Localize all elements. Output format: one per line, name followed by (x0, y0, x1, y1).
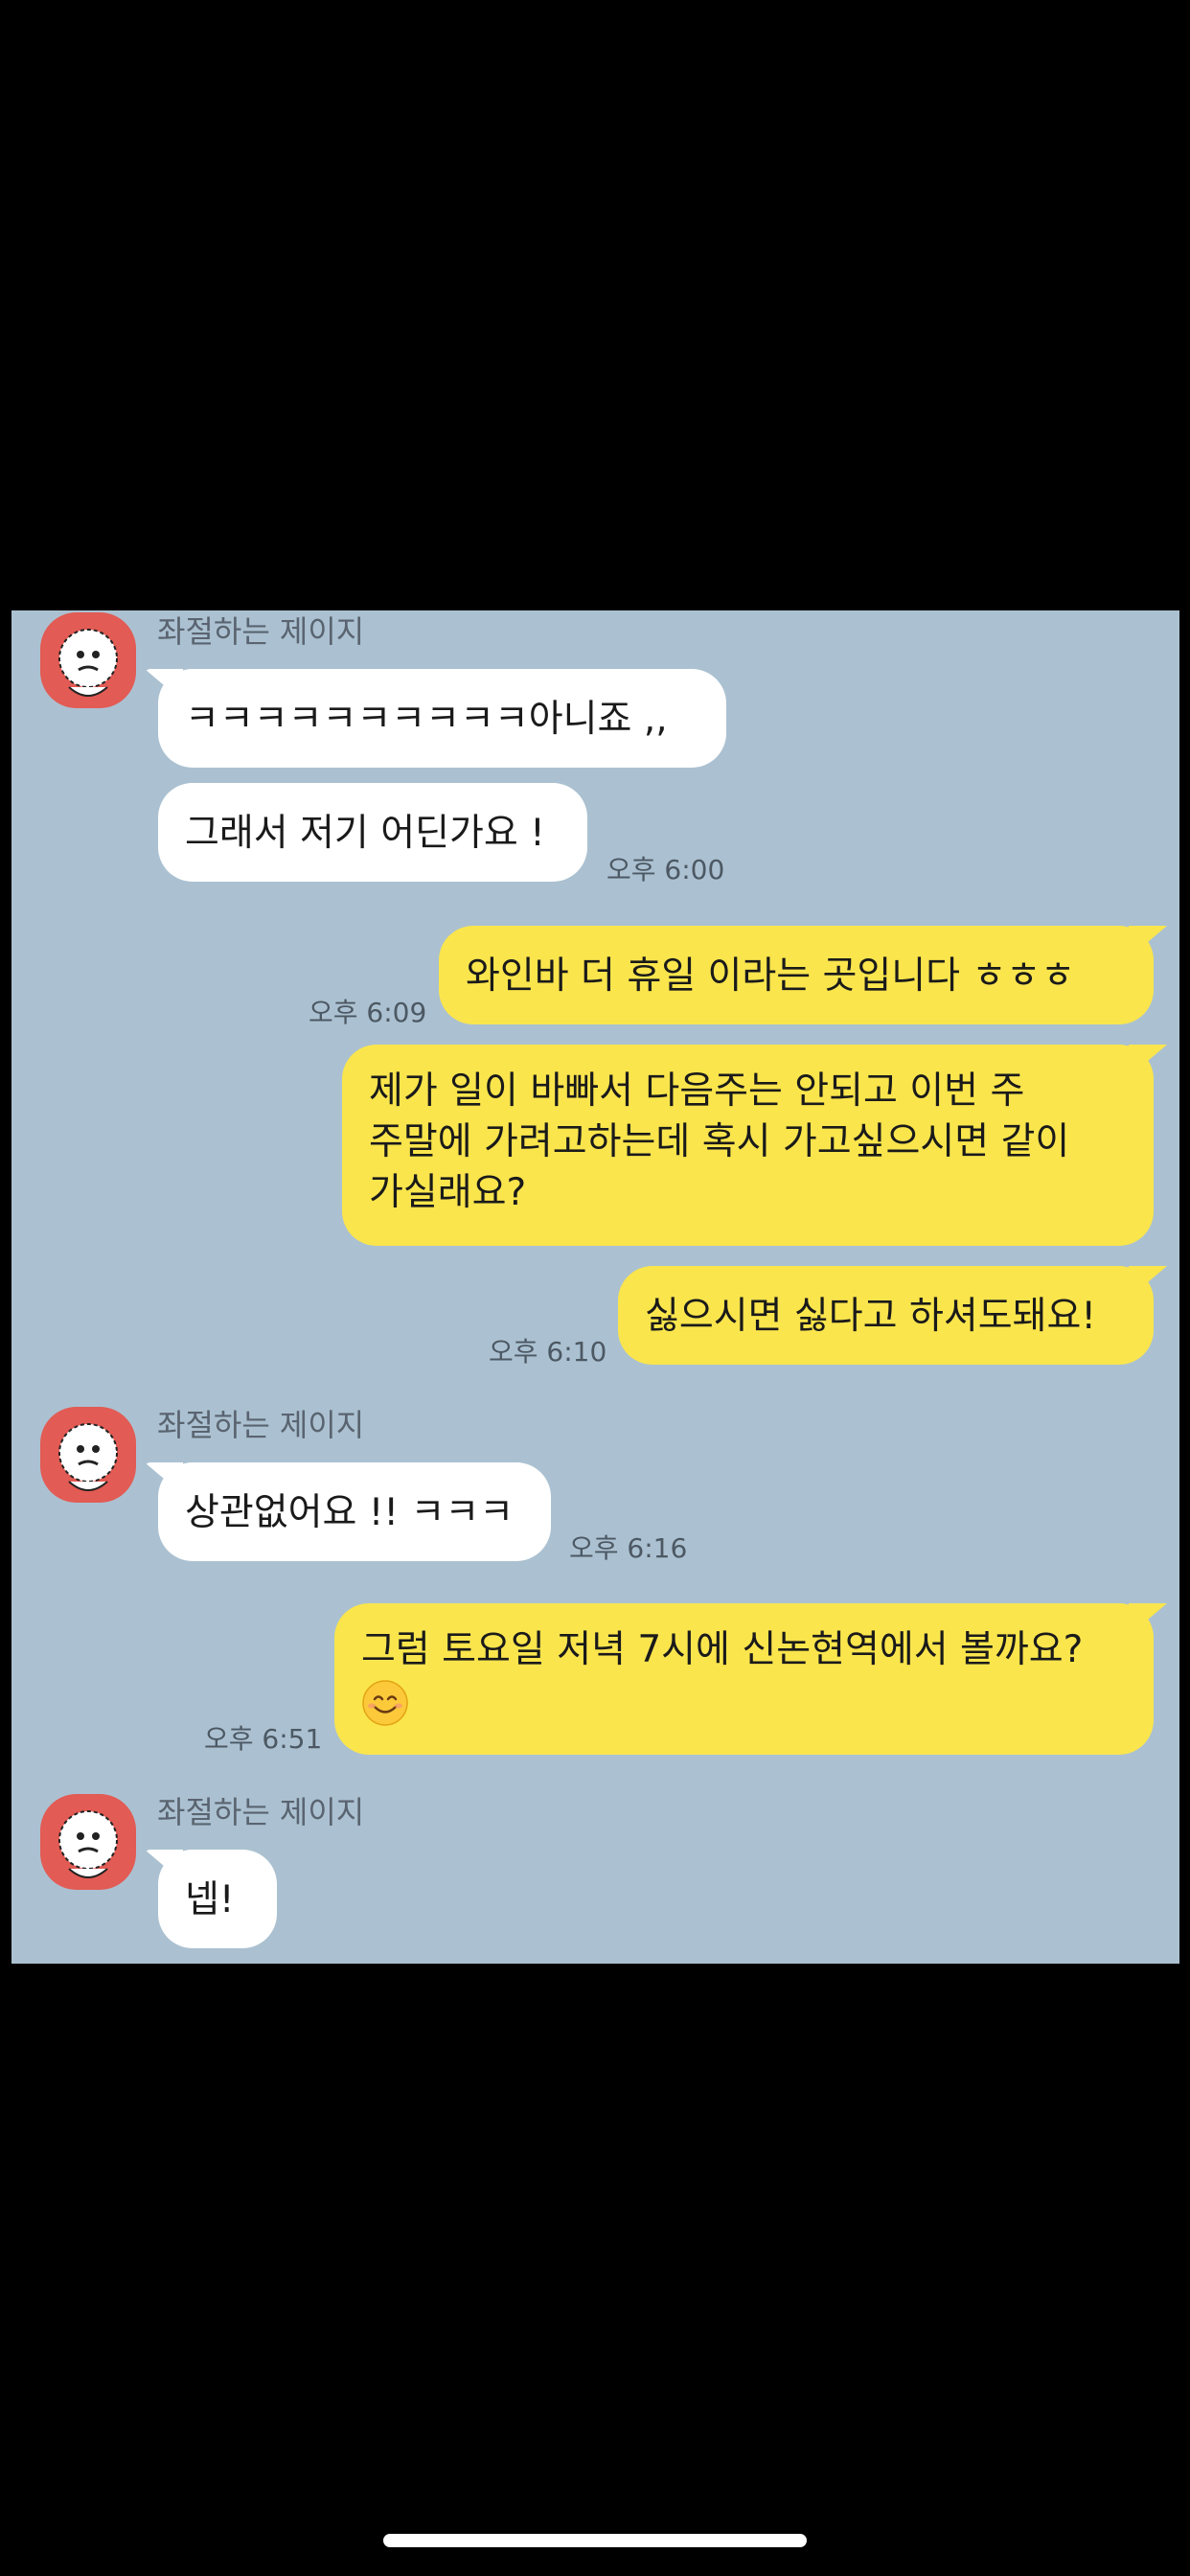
message-text: 넵! (185, 1878, 235, 1921)
message-bubble-incoming[interactable]: 상관없어요 !! ㅋㅋㅋ (145, 1462, 551, 1561)
avatar-icon (58, 1423, 118, 1491)
message-bubble-incoming[interactable]: ㅋㅋㅋㅋㅋㅋㅋㅋㅋㅋ아니죠 ,, (145, 669, 726, 768)
message-time: 오후 6:51 (204, 1723, 323, 1755)
message-time: 오후 6:16 (569, 1532, 688, 1564)
message-text: ㅋㅋㅋㅋㅋㅋㅋㅋㅋㅋ아니죠 ,, (185, 698, 668, 741)
message-time: 오후 6:10 (489, 1336, 607, 1368)
message-text: 제가 일이 바빠서 다음주는 안되고 이번 주 주말에 가려고하는데 혹시 가고… (369, 1070, 1070, 1214)
avatar-icon (58, 629, 118, 697)
home-indicator[interactable] (383, 2534, 807, 2547)
bubble-tail (145, 1850, 183, 1882)
bubble-tail (1129, 1603, 1167, 1636)
screen: 좌절하는 제이지 ㅋㅋㅋㅋㅋㅋㅋㅋㅋㅋ아니죠 ,, 그래서 저기 어딘가요 ! … (0, 0, 1190, 2576)
message-text: 와인바 더 휴일 이라는 곳입니다 ㅎㅎㅎ (466, 954, 1076, 998)
message-bubble-outgoing[interactable]: 제가 일이 바빠서 다음주는 안되고 이번 주 주말에 가려고하는데 혹시 가고… (342, 1045, 1167, 1246)
contact-avatar[interactable] (40, 1407, 136, 1503)
message-bubble-outgoing[interactable]: 싫으시면 싫다고 하셔도돼요! (618, 1266, 1167, 1365)
message-bubble-outgoing[interactable]: 그럼 토요일 저녁 7시에 신논현역에서 볼까요? (334, 1603, 1167, 1755)
message-bubble-outgoing[interactable]: 와인바 더 휴일 이라는 곳입니다 ㅎㅎㅎ (439, 926, 1167, 1024)
contact-avatar[interactable] (40, 612, 136, 708)
contact-avatar[interactable] (40, 1794, 136, 1890)
message-bubble-incoming[interactable]: 그래서 저기 어딘가요 ! (158, 783, 587, 882)
bubble-tail (1129, 1266, 1167, 1299)
sender-name: 좌절하는 제이지 (157, 1407, 365, 1443)
bubble-tail (145, 669, 183, 702)
sender-name: 좌절하는 제이지 (157, 613, 365, 650)
bubble-tail (145, 1462, 183, 1495)
message-text: 그럼 토요일 저녁 7시에 신논현역에서 볼까요? (361, 1628, 1084, 1671)
message-time: 오후 6:09 (309, 997, 427, 1028)
message-text: 싫으시면 싫다고 하셔도돼요! (645, 1295, 1096, 1338)
chat-area[interactable]: 좌절하는 제이지 ㅋㅋㅋㅋㅋㅋㅋㅋㅋㅋ아니죠 ,, 그래서 저기 어딘가요 ! … (11, 610, 1179, 1964)
message-bubble-incoming[interactable]: 넵! (145, 1850, 277, 1948)
bubble-tail (1129, 926, 1167, 958)
avatar-icon (58, 1810, 118, 1878)
smiling-face-icon (362, 1679, 408, 1726)
sender-name: 좌절하는 제이지 (157, 1794, 365, 1830)
message-text: 상관없어요 !! ㅋㅋㅋ (185, 1491, 515, 1534)
bubble-tail (1129, 1045, 1167, 1077)
message-time: 오후 6:00 (606, 854, 725, 886)
message-text: 그래서 저기 어딘가요 ! (185, 812, 545, 855)
